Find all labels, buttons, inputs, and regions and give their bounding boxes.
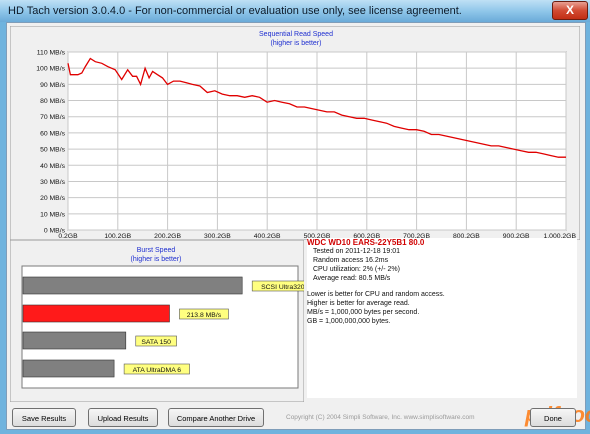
y-tick-label: 20 MB/s <box>40 195 66 202</box>
y-tick-label: 110 MB/s <box>37 50 66 57</box>
burst-bar <box>22 276 243 295</box>
burst-chart-title: Burst Speed <box>137 247 176 254</box>
title-bar[interactable]: HD Tach version 3.0.4.0 - For non-commer… <box>0 0 590 22</box>
x-tick-label: 100.2GB <box>104 233 131 240</box>
burst-bar-label: ATA UltraDMA 6 <box>133 367 182 374</box>
copyright-text: Copyright (C) 2004 Simpli Software, Inc.… <box>286 414 475 421</box>
x-tick-label: 300.2GB <box>204 233 231 240</box>
results-info-panel: WDC WD10 EARS-22Y5B1 80.0 Tested on 2011… <box>307 238 577 398</box>
y-tick-label: 50 MB/s <box>40 147 66 154</box>
save-results-button[interactable]: Save Results <box>12 408 76 427</box>
drive-title: WDC WD10 EARS-22Y5B1 80.0 <box>307 238 425 247</box>
y-tick-label: 90 MB/s <box>40 82 66 89</box>
cpu-utilization: CPU utilization: 2% (+/- 2%) <box>313 266 400 273</box>
note-lower-better: Lower is better for CPU and random acces… <box>307 291 445 298</box>
sequential-read-chart: Sequential Read Speed (higher is better)… <box>10 26 580 240</box>
burst-bar <box>22 359 115 378</box>
note-gb-definition: GB = 1,000,000,000 bytes. <box>307 318 391 325</box>
note-mbs-definition: MB/s = 1,000,000 bytes per second. <box>307 309 420 316</box>
y-tick-label: 100 MB/s <box>36 66 65 73</box>
y-tick-label: 10 MB/s <box>40 211 66 218</box>
window-title: HD Tach version 3.0.4.0 - For non-commer… <box>8 5 462 17</box>
close-button[interactable]: X <box>552 1 588 20</box>
y-tick-label: 60 MB/s <box>40 130 66 137</box>
burst-bar-label: 213.8 MB/s <box>187 312 222 319</box>
app-window: HD Tach version 3.0.4.0 - For non-commer… <box>0 0 590 434</box>
seq-chart-title: Sequential Read Speed <box>259 31 333 38</box>
random-access: Random access 16.2ms <box>313 257 389 264</box>
y-tick-label: 80 MB/s <box>40 98 66 105</box>
tested-on: Tested on 2011-12-18 19:01 <box>313 248 401 255</box>
burst-speed-chart: Burst Speed (higher is better) SCSI Ultr… <box>10 240 304 402</box>
upload-results-button[interactable]: Upload Results <box>88 408 158 427</box>
burst-bar <box>22 331 127 350</box>
compare-another-drive-button[interactable]: Compare Another Drive <box>168 408 264 427</box>
note-higher-better: Higher is better for average read. <box>307 300 410 307</box>
burst-chart-subtitle: (higher is better) <box>131 256 182 263</box>
burst-bar-label: SATA 150 <box>141 339 171 346</box>
burst-bar <box>22 304 170 323</box>
done-button[interactable]: Done <box>530 408 576 427</box>
x-tick-label: 400.2GB <box>254 233 281 240</box>
seq-chart-subtitle: (higher is better) <box>271 40 322 47</box>
y-tick-label: 40 MB/s <box>40 163 66 170</box>
x-tick-label: 200.2GB <box>154 233 181 240</box>
average-read: Average read: 80.5 MB/s <box>313 275 391 282</box>
x-tick-label: 0.2GB <box>58 233 78 240</box>
burst-bar-label: SCSI Ultra320 <box>261 284 304 291</box>
y-tick-label: 70 MB/s <box>40 114 66 121</box>
y-tick-label: 30 MB/s <box>40 179 66 186</box>
